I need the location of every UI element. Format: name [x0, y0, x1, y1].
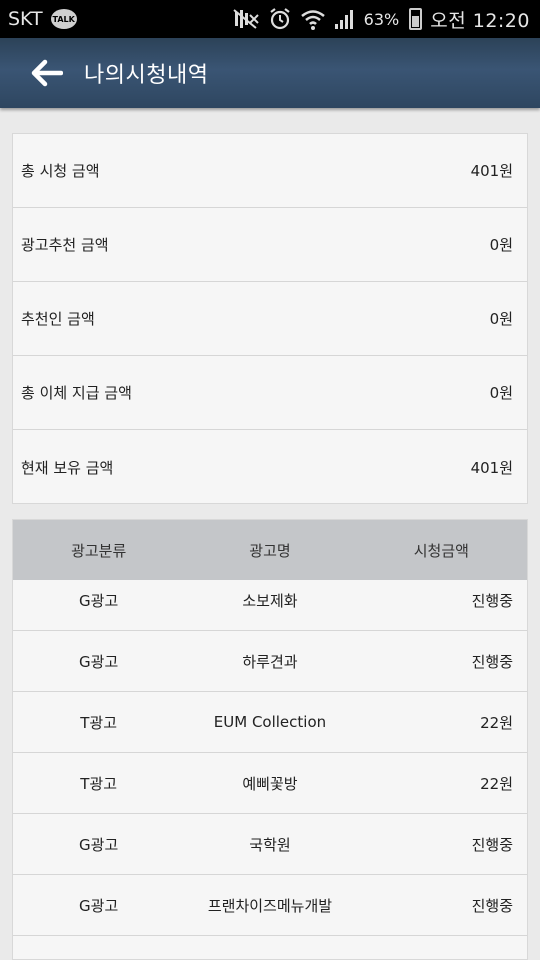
wifi-icon: [300, 7, 326, 31]
summary-row-referrer: 추천인 금액 0원: [13, 282, 527, 356]
page-title: 나의시청내역: [84, 63, 209, 88]
summary-row-total-transfer: 총 이체 지급 금액 0원: [13, 356, 527, 430]
cell-amount: 진행중: [471, 591, 513, 610]
table-row[interactable]: G광고 국학원 진행중: [13, 814, 527, 875]
summary-value: 0원: [489, 236, 513, 254]
back-arrow-icon: [31, 59, 63, 87]
table-row[interactable]: G광고 프랜차이즈메뉴개발 진행중: [13, 875, 527, 936]
table-body[interactable]: G광고 소보제화 진행중 G광고 하루견과 진행중 T광고 EUM Collec…: [13, 570, 527, 936]
column-header-ad-name: 광고명: [249, 541, 291, 560]
summary-card: 총 시청 금액 401원 광고추천 금액 0원 추천인 금액 0원 총 이체 지…: [12, 133, 528, 504]
cell-amount: 진행중: [471, 835, 513, 854]
table-row[interactable]: T광고 EUM Collection 22원: [13, 692, 527, 753]
back-button[interactable]: [28, 55, 64, 91]
cell-category: G광고: [79, 896, 119, 915]
summary-row-current-balance: 현재 보유 금액 401원: [13, 430, 527, 504]
table-row[interactable]: G광고 하루견과 진행중: [13, 631, 527, 692]
status-bar: SKT TALK 63% 오전 12:20: [0, 0, 540, 38]
alarm-icon: [268, 7, 292, 31]
cell-ad-name: 예삐꽃방: [242, 774, 298, 793]
cell-category: T광고: [80, 774, 118, 793]
carrier-label: SKT: [8, 8, 43, 30]
clock: 오전 12:20: [430, 9, 530, 32]
cell-amount: 22원: [480, 713, 513, 732]
cell-ad-name: 하루견과: [242, 652, 298, 671]
table-row[interactable]: G광고 소보제화 진행중: [13, 570, 527, 631]
signal-icon: [334, 8, 356, 30]
cell-amount: 진행중: [471, 652, 513, 671]
cell-ad-name: 국학원: [249, 835, 291, 854]
battery-icon: [409, 8, 423, 30]
battery-percent: 63%: [363, 9, 400, 29]
cell-ad-name: 소보제화: [242, 591, 298, 610]
summary-label: 총 시청 금액: [21, 162, 100, 180]
column-header-amount: 시청금액: [413, 541, 469, 560]
cell-ad-name: EUM Collection: [213, 713, 327, 731]
summary-value: 401원: [470, 162, 513, 180]
kakaotalk-icon: TALK: [50, 9, 77, 29]
app-header: 나의시청내역: [0, 38, 540, 108]
cell-category: G광고: [79, 835, 119, 854]
summary-value: 401원: [470, 458, 513, 477]
status-left: SKT TALK: [8, 8, 77, 30]
summary-label: 광고추천 금액: [21, 236, 109, 254]
summary-row-ad-recommend: 광고추천 금액 0원: [13, 208, 527, 282]
summary-label: 총 이체 지급 금액: [21, 384, 132, 402]
mute-icon: [232, 8, 260, 30]
cell-category: T광고: [80, 713, 118, 732]
cell-ad-name: 프랜차이즈메뉴개발: [207, 896, 333, 915]
summary-value: 0원: [489, 310, 513, 328]
table-row[interactable]: T광고 예삐꽃방 22원: [13, 753, 527, 814]
column-header-category: 광고분류: [71, 541, 127, 560]
summary-label: 추천인 금액: [21, 310, 95, 328]
cell-amount: 22원: [480, 774, 513, 793]
summary-label: 현재 보유 금액: [21, 458, 114, 477]
status-right: 63% 오전 12:20: [232, 6, 530, 33]
cell-amount: 진행중: [471, 896, 513, 915]
cell-category: G광고: [79, 652, 119, 671]
summary-row-total-view: 총 시청 금액 401원: [13, 134, 527, 208]
view-history-table[interactable]: 광고분류 광고명 시청금액 G광고 소보제화 진행중 G광고 하루견과 진행중 …: [12, 519, 528, 960]
cell-category: G광고: [79, 591, 119, 610]
summary-value: 0원: [489, 384, 513, 402]
